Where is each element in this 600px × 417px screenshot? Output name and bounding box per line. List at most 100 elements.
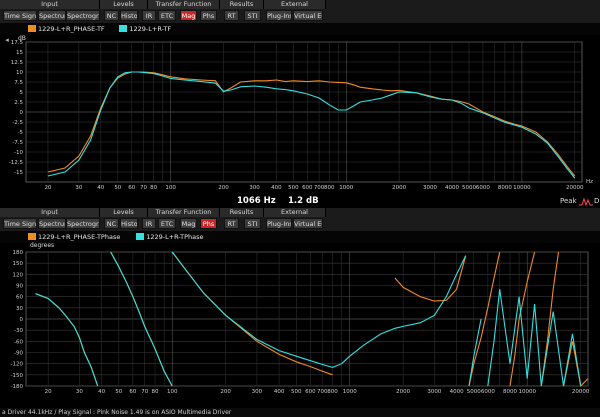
y-tick-label: -12.5	[9, 160, 24, 166]
y-tick-label: 5	[20, 90, 24, 96]
x-tick-label: 3000	[427, 389, 441, 395]
toolbar-group-results: Results	[220, 208, 264, 217]
peak-label[interactable]: Peak	[560, 197, 577, 205]
rt-button[interactable]: RT	[224, 10, 239, 21]
x-tick-label: 4000	[450, 389, 464, 395]
legend-swatch	[28, 233, 36, 240]
toolbar-group-input: Input	[0, 0, 100, 9]
mag-button[interactable]: Mag	[180, 10, 197, 21]
x-tick-label: 20	[44, 185, 51, 191]
y-tick-label: -180	[11, 384, 24, 390]
top-toolbar: Input Levels Transfer Function Results Exter…	[0, 0, 600, 23]
legend-label: 1229-L+R_PHASE-TF	[38, 25, 105, 33]
x-tick-label: 300	[249, 185, 260, 191]
x-tick-label: 1000	[343, 389, 357, 395]
virtual-eq-button[interactable]: Virtual EQ	[293, 218, 323, 229]
spectrum-button[interactable]: Spectrum	[38, 10, 66, 21]
y-tick-label: -30	[14, 328, 23, 334]
x-tick-label: 80	[150, 185, 157, 191]
y-tick-label: 90	[16, 284, 23, 290]
y-tick-label: -120	[11, 362, 24, 368]
x-tick-label: 4000	[445, 185, 459, 191]
peak-icon[interactable]	[578, 197, 594, 207]
histo-button[interactable]: Histo	[120, 218, 138, 229]
legend-item[interactable]: 1229-L+R_PHASE-TPhase	[28, 232, 120, 242]
x-tick-label: 500	[288, 185, 299, 191]
x-tick-label: 3000	[423, 185, 437, 191]
x-tick-label: 40	[98, 389, 105, 395]
x-tick-label: 1000	[339, 185, 353, 191]
x-tick-label: 30	[75, 185, 82, 191]
y-tick-label: -7.5	[12, 140, 23, 146]
y-tick-label: 30	[16, 306, 23, 312]
y-tick-label: -150	[11, 373, 24, 379]
mag-button[interactable]: Mag	[180, 218, 197, 229]
x-tick-label: 2000	[396, 389, 410, 395]
toolbar-group-transfer-function: Transfer Function	[148, 208, 220, 217]
x-tick-label: 20000	[566, 185, 584, 191]
plug-ins-button[interactable]: Plug-Ins	[266, 218, 292, 229]
phase-chart[interactable]: 1801501209060300-30-60-90-120-150-18020 3…	[0, 248, 600, 408]
legend-item[interactable]: 1229-L+R-TPhase	[136, 232, 204, 242]
sti-button[interactable]: STI	[244, 10, 261, 21]
y-tick-label: 150	[13, 261, 24, 267]
x-tick-label: 20	[45, 389, 52, 395]
ir-button[interactable]: IR	[142, 10, 156, 21]
etc-button[interactable]: ETC	[158, 10, 176, 21]
plug-ins-button[interactable]: Plug-Ins	[266, 10, 292, 21]
x-tick-label: 300	[252, 389, 263, 395]
x-tick-label: 10000	[513, 185, 531, 191]
spectrum-button[interactable]: Spectrum	[38, 218, 66, 229]
status-bar: a Driver 44.1kHz / Play Signal : Pink No…	[0, 408, 600, 417]
y-tick-label: -60	[14, 339, 23, 345]
x-tick-label: 50	[114, 185, 121, 191]
y-tick-label: 17.5	[11, 40, 24, 46]
x-tick-label: 10000	[518, 389, 536, 395]
legend-label: 1229-L+R-TF	[129, 25, 172, 33]
sti-button[interactable]: STI	[244, 218, 261, 229]
y-tick-label: 10	[16, 70, 23, 76]
toolbar-group-input: Input	[0, 208, 100, 217]
x-tick-label: 600	[302, 185, 313, 191]
x-tick-label: 800	[324, 185, 335, 191]
x-tick-label: 5000	[467, 389, 481, 395]
legend-swatch	[28, 25, 36, 32]
x-tick-label: 400	[274, 389, 285, 395]
x-tick-label: 400	[271, 185, 282, 191]
y-tick-label: 12.5	[11, 60, 24, 66]
spectrogram-button[interactable]: Spectrogram	[66, 218, 100, 229]
time-signal-button[interactable]: Time Signal	[3, 218, 37, 229]
histo-button[interactable]: Histo	[120, 10, 138, 21]
magnitude-chart[interactable]: 17.5 15 12.5 10 7.5 5 2.5 0 -2.5 -5 -7.5 -10 -12.5 -1…	[0, 36, 600, 196]
x-tick-label: 8000	[498, 185, 512, 191]
time-signal-button[interactable]: Time Signal	[3, 10, 37, 21]
x-tick-label: 6000	[481, 389, 495, 395]
phs-button[interactable]: Phs	[200, 218, 217, 229]
x-unit-label: Hz	[586, 179, 593, 185]
nc-button[interactable]: NC	[104, 218, 119, 229]
ir-button[interactable]: IR	[142, 218, 156, 229]
virtual-eq-button[interactable]: Virtual EQ	[293, 10, 323, 21]
x-tick-label: 100	[165, 185, 176, 191]
legend-swatch	[136, 233, 145, 240]
readout-frequency: 1066 Hz	[237, 196, 276, 206]
x-tick-label: 200	[220, 389, 231, 395]
spectrogram-button[interactable]: Spectrogram	[66, 10, 100, 21]
etc-button[interactable]: ETC	[158, 218, 176, 229]
x-tick-label: 70	[141, 389, 148, 395]
toolbar-group-external: External	[264, 0, 326, 9]
x-tick-label: 60	[128, 185, 135, 191]
y-tick-label: -2.5	[12, 120, 23, 126]
phs-button[interactable]: Phs	[200, 10, 217, 21]
x-tick-label: 200	[218, 185, 229, 191]
toolbar-group-results: Results	[220, 0, 264, 9]
y-tick-label: 7.5	[14, 80, 23, 86]
legend-item[interactable]: 1229-L+R-TF	[119, 24, 171, 34]
nc-button[interactable]: NC	[104, 10, 119, 21]
x-tick-label: 8000	[503, 389, 517, 395]
legend-item[interactable]: 1229-L+R_PHASE-TF	[28, 24, 105, 34]
y-tick-label: -15	[14, 170, 23, 176]
rt-button[interactable]: RT	[224, 218, 239, 229]
y-tick-label: 180	[13, 250, 24, 256]
y-tick-label: -90	[14, 351, 23, 357]
